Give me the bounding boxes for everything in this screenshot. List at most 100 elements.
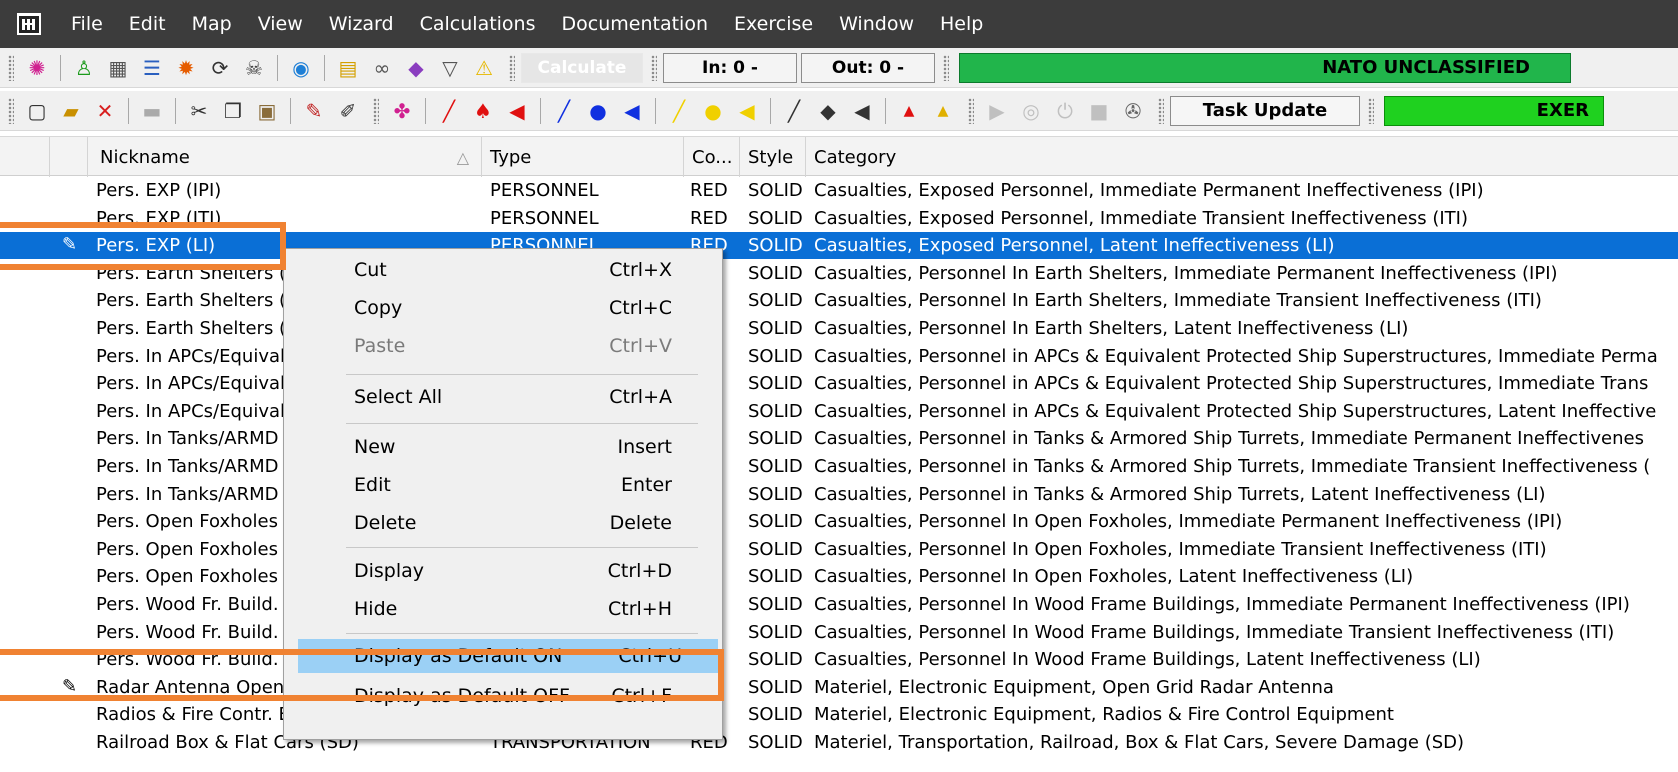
menu-item-new[interactable]: New Insert — [286, 430, 720, 464]
table-row[interactable]: Pers. Earth Shelters (ITI) SOLID Casualtie… — [0, 287, 1678, 314]
stop-icon[interactable]: ■ — [1085, 97, 1113, 125]
cell-style: SOLID — [748, 676, 803, 698]
toolbar-grip[interactable] — [509, 54, 515, 81]
power-icon[interactable]: ⏻ — [1051, 97, 1079, 125]
yellow-line-icon[interactable]: ╱ — [665, 97, 693, 125]
toolbar-grip[interactable] — [8, 97, 14, 124]
table-row[interactable]: Pers. Wood Fr. Build. (IPI) SOLID Casualti… — [0, 591, 1678, 618]
table-row[interactable]: Radios & Fire Contr. Equip. SOLID Materiel… — [0, 701, 1678, 728]
menu-item-display[interactable]: Display Ctrl+D — [286, 554, 720, 588]
delete-icon[interactable]: ✕ — [91, 97, 119, 125]
header-type[interactable]: Type — [482, 137, 684, 177]
table-row[interactable]: Pers. Wood Fr. Build. (ITI) SOLID Casualti… — [0, 619, 1678, 646]
fire-icon[interactable]: ✹ — [172, 54, 200, 82]
header-edit-column[interactable] — [50, 137, 88, 177]
menu-calculations[interactable]: Calculations — [407, 0, 549, 48]
table-row[interactable]: Railroad Box & Flat Cars (SD) TRANSPORTAT… — [0, 729, 1678, 756]
toolbar-grip[interactable] — [651, 54, 657, 81]
book-icon[interactable]: ▦ — [104, 54, 132, 82]
print-icon[interactable]: ▬ — [138, 97, 166, 125]
menu-window[interactable]: Window — [826, 0, 927, 48]
calculate-button[interactable]: Calculate — [521, 52, 643, 83]
table-row[interactable]: Pers. In Tanks/ARMD SOLID Casualties, Pers… — [0, 425, 1678, 452]
menu-item-select-all[interactable]: Select All Ctrl+A — [286, 380, 720, 414]
globe-icon[interactable]: ◉ — [287, 54, 315, 82]
open-folder-icon[interactable]: ▰ — [57, 97, 85, 125]
refresh-icon[interactable]: ⟳ — [206, 54, 234, 82]
table-row[interactable]: Pers. In APCs/Equivalent SOLID Casualties,… — [0, 343, 1678, 370]
table-row[interactable]: Pers. Open Foxholes (IPI) SOLID Casualties… — [0, 508, 1678, 535]
menu-edit[interactable]: Edit — [116, 0, 179, 48]
app-icon[interactable] — [14, 9, 44, 39]
menu-item-delete[interactable]: Delete Delete — [286, 506, 720, 540]
menu-separator — [346, 547, 698, 548]
symbol-icon[interactable]: ✤ — [388, 97, 416, 125]
edit-pencil-alt-icon[interactable]: ✐ — [334, 97, 362, 125]
table-row[interactable]: Pers. Open Foxholes (LI) SOLID Casualties,… — [0, 563, 1678, 590]
black-arrow-icon[interactable]: ◀ — [848, 97, 876, 125]
blue-arrow-icon[interactable]: ◀ — [618, 97, 646, 125]
yellow-arrow-icon[interactable]: ◀ — [733, 97, 761, 125]
cell-style: SOLID — [748, 732, 803, 753]
paste-icon[interactable]: ▣ — [253, 97, 281, 125]
warning-icon[interactable]: ⚠ — [470, 54, 498, 82]
chart-icon[interactable]: ▤ — [334, 54, 362, 82]
red-line-icon[interactable]: ╱ — [435, 97, 463, 125]
tools-icon[interactable]: ✇ — [1119, 97, 1147, 125]
filter-icon[interactable]: ▽ — [436, 54, 464, 82]
menu-wizard[interactable]: Wizard — [316, 0, 407, 48]
menu-documentation[interactable]: Documentation — [549, 0, 721, 48]
task-update-button[interactable]: Task Update — [1170, 95, 1360, 126]
yellow-drop-icon[interactable]: ● — [699, 97, 727, 125]
red-mushroom-icon[interactable]: ♠ — [469, 97, 497, 125]
new-file-icon[interactable]: ▢ — [23, 97, 51, 125]
table-row[interactable]: Pers. In APCs/Equivalent SOLID Casualties,… — [0, 398, 1678, 425]
menu-map[interactable]: Map — [179, 0, 245, 48]
header-nickname[interactable]: Nickname △ — [88, 137, 482, 177]
toolbar-grip[interactable] — [968, 97, 974, 124]
red-burst-icon[interactable]: ◀ — [503, 97, 531, 125]
edit-pencil-icon[interactable]: ✎ — [300, 97, 328, 125]
header-indicator-column[interactable] — [0, 137, 50, 177]
copy-icon[interactable]: ❐ — [219, 97, 247, 125]
toolbar-grip[interactable] — [1158, 97, 1164, 124]
blue-drop-icon[interactable]: ● — [584, 97, 612, 125]
menu-item-cut[interactable]: Cut Ctrl+X — [286, 253, 720, 287]
toolbar-grip[interactable] — [943, 54, 949, 81]
skull-icon[interactable]: ☠ — [240, 54, 268, 82]
cdr-icon[interactable]: ▲ — [929, 97, 957, 125]
bwr-icon[interactable]: ▲ — [895, 97, 923, 125]
menu-file[interactable]: File — [58, 0, 116, 48]
black-line-icon[interactable]: ╱ — [780, 97, 808, 125]
menu-item-edit[interactable]: Edit Enter — [286, 468, 720, 502]
burst-icon[interactable]: ✺ — [23, 54, 51, 82]
table-row[interactable]: Pers. EXP (IPI) PERSONNEL RED SOLID Casualti… — [0, 177, 1678, 204]
toolbar-grip[interactable] — [8, 54, 14, 81]
toolbar-grip[interactable] — [1368, 97, 1374, 124]
record-icon[interactable]: ◎ — [1017, 97, 1045, 125]
menu-item-copy[interactable]: Copy Ctrl+C — [286, 291, 720, 325]
diamond-icon[interactable]: ◆ — [402, 54, 430, 82]
cell-color: RED — [690, 180, 728, 201]
link-icon[interactable]: ∞ — [368, 54, 396, 82]
table-row[interactable]: Pers. In Tanks/ARMD SOLID Casualties, Pers… — [0, 453, 1678, 480]
table-row[interactable]: Pers. In Tanks/ARMD SOLID Casualties, Pers… — [0, 481, 1678, 508]
header-color[interactable]: Co... — [684, 137, 740, 177]
table-row[interactable]: Pers. Earth Shelters (LI) SOLID Casualties… — [0, 315, 1678, 342]
person-icon[interactable]: ♙ — [70, 54, 98, 82]
table-row[interactable]: Pers. In APCs/Equivalent SOLID Casualties,… — [0, 370, 1678, 397]
table-row[interactable]: Pers. Open Foxholes (ITI) SOLID Casualties… — [0, 536, 1678, 563]
cut-icon[interactable]: ✂ — [185, 97, 213, 125]
header-color-label: Co... — [692, 146, 733, 168]
menu-item-hide[interactable]: Hide Ctrl+H — [286, 592, 720, 626]
toolbar-grip[interactable] — [373, 97, 379, 124]
header-category[interactable]: Category — [806, 137, 1678, 177]
step-forward-icon[interactable]: ▶ — [983, 97, 1011, 125]
menu-exercise[interactable]: Exercise — [721, 0, 826, 48]
header-style[interactable]: Style — [740, 137, 806, 177]
blue-line-icon[interactable]: ╱ — [550, 97, 578, 125]
menu-help[interactable]: Help — [927, 0, 996, 48]
list-icon[interactable]: ☰ — [138, 54, 166, 82]
menu-view[interactable]: View — [245, 0, 316, 48]
black-diamond-icon[interactable]: ◆ — [814, 97, 842, 125]
